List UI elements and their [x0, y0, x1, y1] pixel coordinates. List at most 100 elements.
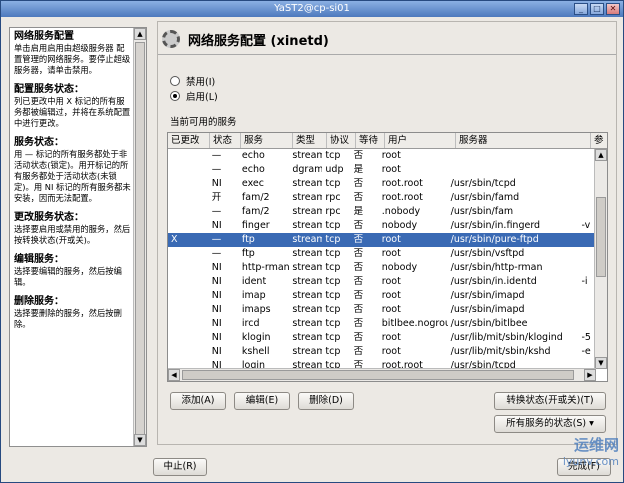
- table-cell-proto: tcp: [325, 234, 341, 245]
- table-cell-server: /usr/sbin/fam: [450, 206, 514, 217]
- table-cell-proto: tcp: [325, 290, 341, 301]
- table-cell-status: NI: [211, 332, 222, 343]
- table-row[interactable]: — fam/2 stream rpc 是 .nobody/usr/sbin/fam: [168, 205, 596, 219]
- close-button[interactable]: ✕: [606, 3, 620, 15]
- scroll-down-icon[interactable]: ▼: [134, 434, 146, 446]
- table-cell-proto: rpc: [325, 192, 341, 203]
- table-row[interactable]: 开 fam/2 stream rpc 否 root.root/usr/sbin/famd: [168, 191, 596, 205]
- table-cell-changed: [168, 345, 209, 359]
- table-cell-wait: 否: [353, 262, 364, 273]
- table-row[interactable]: NI ircd streamtcp 否 bitlbee.nogroup/usr/sbin…: [168, 317, 596, 331]
- scroll-left-icon[interactable]: ◀: [168, 369, 180, 381]
- help-pane[interactable]: 网络服务配置 单击启用启用由超级服务器 配置管理的网络服务。要停止超级服务器，请…: [9, 27, 147, 447]
- table-row[interactable]: NI ident stream tcp 否 root/usr/sbin/in.identd…: [168, 275, 596, 289]
- table-row[interactable]: NI kshell stream tcp 否 root/usr/lib/mit/sbin/…: [168, 345, 596, 359]
- help-paragraph: 用 — 标记的所有服务都处于非活动状态(锁定)。用开标记的所有服务都处于活动状态…: [14, 149, 131, 203]
- table-cell-type: stream: [292, 192, 323, 203]
- disable-radio-row[interactable]: 禁用(I): [170, 74, 215, 88]
- table-row[interactable]: — echo dgram udp 是 root: [168, 163, 596, 177]
- gear-icon: [162, 30, 180, 48]
- table-cell-type: stream: [292, 290, 323, 301]
- table-cell-user: root: [381, 290, 401, 301]
- table-cell-status: NI: [211, 220, 222, 231]
- column-header[interactable]: 类型: [293, 133, 327, 148]
- table-horizontal-scrollbar[interactable]: ◀ ▶: [168, 368, 596, 381]
- column-header[interactable]: 协议: [327, 133, 356, 148]
- table-cell-status: NI: [211, 318, 222, 329]
- table-cell-user: root: [381, 150, 401, 161]
- column-header[interactable]: 用户: [385, 133, 456, 148]
- table-cell-user: root: [381, 304, 401, 315]
- table-cell-server: /usr/lib/mit/sbin/kshd: [450, 346, 551, 357]
- table-cell-service: ircd: [241, 318, 260, 329]
- column-header[interactable]: 参: [591, 133, 607, 148]
- table-cell-service: fam/2: [241, 206, 270, 217]
- table-row[interactable]: NI imaps stream tcp 否 root/usr/sbin/imapd: [168, 303, 596, 317]
- window-title: YaST2@cp-si01: [274, 3, 350, 14]
- edit-button[interactable]: 编辑(E): [234, 392, 290, 410]
- maximize-button[interactable]: □: [590, 3, 604, 15]
- disable-label: 禁用(I): [186, 77, 216, 88]
- column-header[interactable]: 等待: [356, 133, 385, 148]
- column-header[interactable]: 已更改: [168, 133, 210, 148]
- table-cell-wait: 是: [353, 164, 364, 175]
- table-cell-user: .nobody: [381, 206, 421, 217]
- table-cell-status: 开: [211, 192, 222, 203]
- window-titlebar[interactable]: YaST2@cp-si01 _ □ ✕: [1, 1, 623, 17]
- scroll-thumb[interactable]: [596, 197, 606, 277]
- enable-radio[interactable]: [170, 91, 180, 101]
- table-cell-type: stream: [292, 234, 323, 245]
- column-header[interactable]: 服务: [241, 133, 293, 148]
- table-cell-status: NI: [211, 346, 222, 357]
- table-row[interactable]: NI http-rman stream tcp 否 nobody/usr/sbin/htt…: [168, 261, 596, 275]
- scroll-up-icon[interactable]: ▲: [134, 28, 146, 40]
- minimize-button[interactable]: _: [574, 3, 588, 15]
- table-body: — echo stream tcp 否 root — echo dgram udp 是 root NI e…: [168, 149, 596, 381]
- table-cell-changed: [168, 317, 209, 331]
- table-row[interactable]: NI imap stream tcp 否 root/usr/sbin/imapd: [168, 289, 596, 303]
- scroll-down-icon[interactable]: ▼: [595, 357, 607, 369]
- table-cell-type: stream: [292, 206, 323, 217]
- table-cell-type: stream: [292, 178, 323, 189]
- table-row[interactable]: — echo stream tcp 否 root: [168, 149, 596, 163]
- table-row[interactable]: X — ftp stream tcp 否 root/usr/sbin/pure-ftpd: [168, 233, 596, 247]
- table-cell-wait: 否: [353, 234, 364, 245]
- column-header[interactable]: 状态: [210, 133, 241, 148]
- table-cell-changed: [168, 219, 209, 233]
- table-cell-service: echo: [241, 150, 265, 161]
- scroll-right-icon[interactable]: ▶: [584, 369, 596, 381]
- table-cell-proto: rpc: [325, 206, 341, 217]
- table-cell-wait: 否: [353, 178, 364, 189]
- scroll-thumb[interactable]: [135, 42, 145, 438]
- all-services-status-button[interactable]: 所有服务的状态(S) ▾: [494, 415, 606, 433]
- services-list-label: 当前可用的服务: [170, 117, 237, 128]
- help-scrollbar[interactable]: ▲ ▼: [133, 28, 146, 446]
- window-controls: _ □ ✕: [574, 3, 620, 15]
- table-cell-server: /usr/sbin/in.fingerd: [450, 220, 541, 231]
- table-row[interactable]: — ftp stream tcp 否 root/usr/sbin/vsftpd: [168, 247, 596, 261]
- table-row[interactable]: NI exec stream tcp 否 root.root/usr/sbin/tcpd: [168, 177, 596, 191]
- scroll-up-icon[interactable]: ▲: [595, 149, 607, 161]
- add-button[interactable]: 添加(A): [170, 392, 226, 410]
- scroll-thumb[interactable]: [182, 370, 574, 380]
- disable-radio[interactable]: [170, 76, 180, 86]
- delete-button[interactable]: 删除(D): [298, 392, 354, 410]
- table-cell-server: /usr/lib/mit/sbin/klogind: [450, 332, 563, 343]
- table-cell-user: root.root: [381, 178, 423, 189]
- table-row[interactable]: NI finger stream tcp 否 nobody/usr/sbin/in.fin…: [168, 219, 596, 233]
- table-cell-wait: 是: [353, 206, 364, 217]
- services-table[interactable]: 已更改 状态 服务 类型 协议 等待 用户 服务器参 — echo stream tcp 否 root —…: [167, 132, 608, 382]
- toggle-status-button[interactable]: 转换状态(开或关)(T): [494, 392, 606, 410]
- table-cell-user: root: [381, 234, 401, 245]
- table-cell-user: root.root: [381, 192, 423, 203]
- column-header[interactable]: 服务器: [456, 133, 591, 148]
- table-cell-status: —: [211, 234, 222, 245]
- enable-radio-row[interactable]: 启用(L): [170, 89, 218, 103]
- table-cell-changed: [168, 275, 209, 289]
- table-cell-proto: tcp: [325, 346, 341, 357]
- table-row[interactable]: NI klogin stream tcp 否 root/usr/lib/mit/sbin/…: [168, 331, 596, 345]
- abort-button[interactable]: 中止(R): [153, 458, 207, 476]
- table-cell-proto: tcp: [325, 262, 341, 273]
- table-vertical-scrollbar[interactable]: ▲ ▼: [594, 149, 607, 369]
- table-cell-type: stream: [292, 150, 323, 161]
